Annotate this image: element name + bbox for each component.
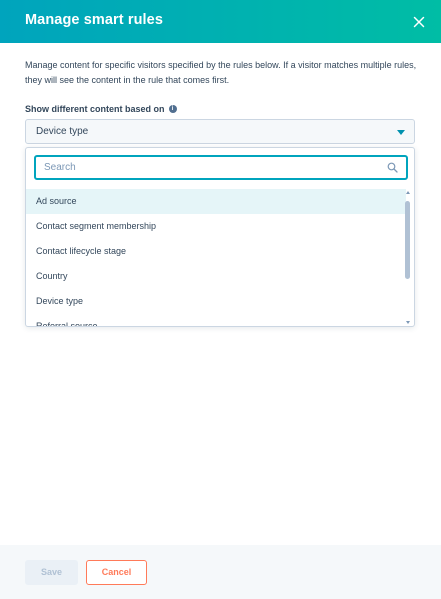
close-button[interactable] [408, 11, 430, 33]
scrollbar[interactable] [404, 189, 413, 326]
modal-footer: Save Cancel [0, 545, 441, 599]
cancel-button[interactable]: Cancel [86, 560, 147, 585]
modal-description: Manage content for specific visitors spe… [25, 60, 417, 85]
search-icon [387, 162, 398, 173]
search-field[interactable] [34, 155, 408, 180]
dropdown-menu: Ad source Contact segment membership Con… [25, 147, 415, 327]
scroll-down-arrow-icon[interactable] [406, 321, 410, 324]
option-referral-source[interactable]: Referral source [26, 314, 406, 326]
close-icon [413, 16, 425, 28]
select-value: Device type [36, 126, 89, 137]
option-list: Ad source Contact segment membership Con… [26, 189, 406, 326]
caret-down-icon [397, 130, 405, 135]
option-device-type[interactable]: Device type [26, 289, 406, 314]
field-label-text: Show different content based on [25, 104, 165, 114]
scroll-thumb[interactable] [405, 201, 410, 279]
modal-title: Manage smart rules [25, 12, 163, 28]
field-label: Show different content based on i [25, 104, 177, 114]
option-country[interactable]: Country [26, 264, 406, 289]
option-contact-segment-membership[interactable]: Contact segment membership [26, 214, 406, 239]
save-button[interactable]: Save [25, 560, 78, 585]
option-ad-source[interactable]: Ad source [26, 189, 406, 214]
search-input[interactable] [44, 160, 364, 175]
scroll-up-arrow-icon[interactable] [406, 191, 410, 194]
info-icon[interactable]: i [168, 105, 177, 113]
modal-header: Manage smart rules [0, 0, 441, 43]
rule-type-select[interactable]: Device type [25, 119, 415, 144]
option-contact-lifecycle-stage[interactable]: Contact lifecycle stage [26, 239, 406, 264]
